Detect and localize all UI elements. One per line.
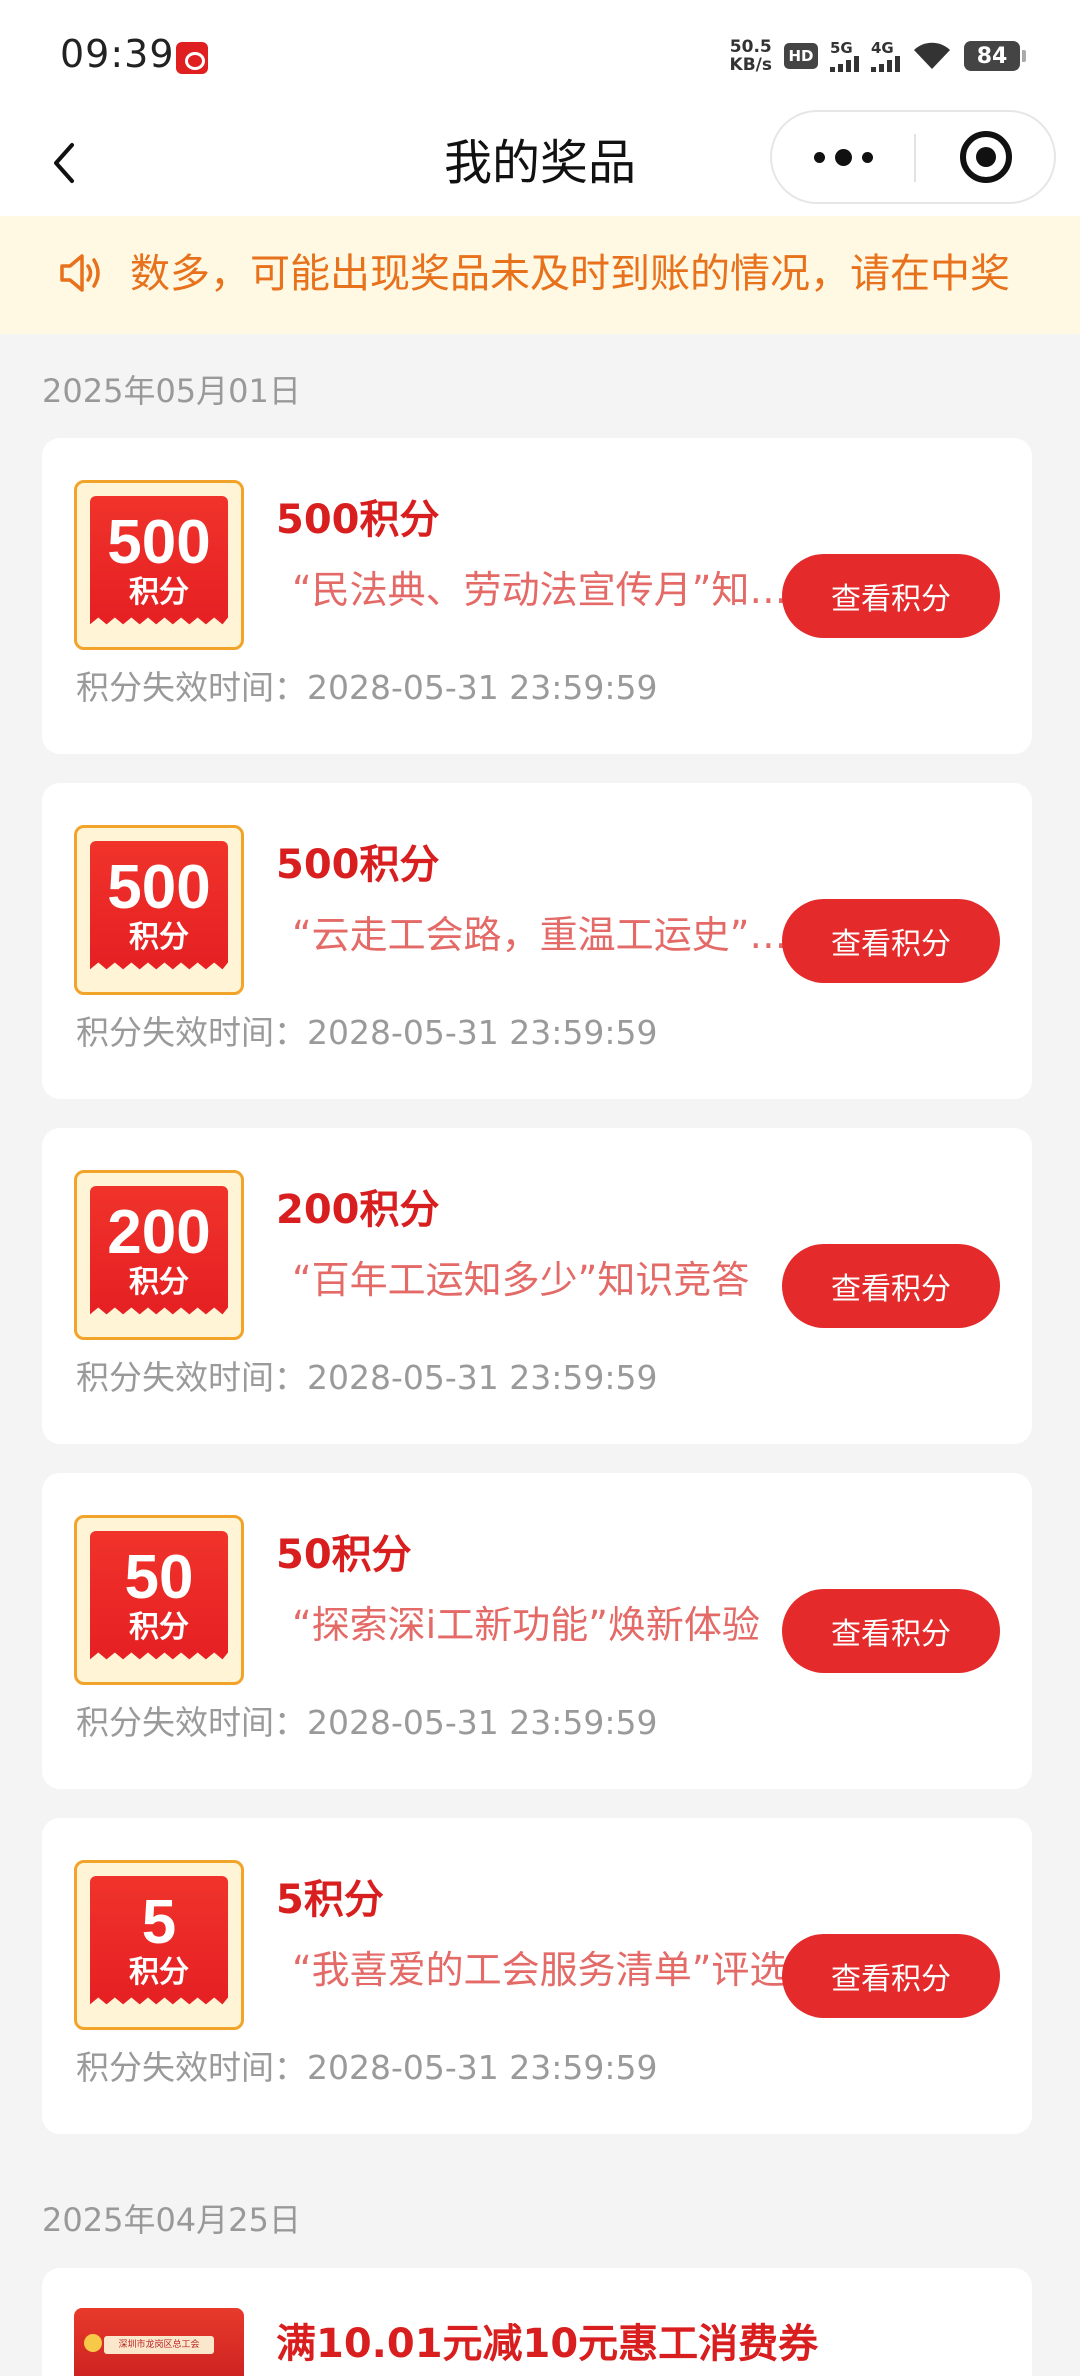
prize-card: 5 积分 5积分 “我喜爱的工会服务清单”评选 查看积分 积分失效时间：2028… xyxy=(42,1818,1032,2134)
prize-card: 500 积分 500积分 “民法典、劳动法宣传月”知识竞答 查看积分 积分失效时… xyxy=(42,438,1032,754)
points-badge: 200 积分 xyxy=(74,1170,244,1340)
badge-amount: 500 xyxy=(107,508,211,577)
coupon-thumb-text: 深圳市龙岗区总工会 xyxy=(104,2336,214,2354)
close-mini-program-button[interactable] xyxy=(916,112,1056,202)
expire-label: 积分失效时间： xyxy=(76,1358,307,1397)
battery-icon: 84 xyxy=(964,41,1026,71)
expire-time: 2028-05-31 23:59:59 xyxy=(307,668,658,707)
app-notification-icon xyxy=(176,42,208,74)
union-emblem-icon xyxy=(84,2334,102,2352)
prize-card: 200 积分 200积分 “百年工运知多少”知识竞答 查看积分 积分失效时间：2… xyxy=(42,1128,1032,1444)
more-icon-right xyxy=(861,151,873,163)
expire-info: 积分失效时间：2028-05-31 23:59:59 xyxy=(76,1356,657,1400)
badge-unit: 积分 xyxy=(129,575,189,610)
expire-time: 2028-05-31 23:59:59 xyxy=(307,1358,658,1397)
expire-label: 积分失效时间： xyxy=(76,2048,307,2087)
status-time: 09:39 xyxy=(60,32,175,76)
more-button[interactable] xyxy=(772,112,914,202)
prize-source: “探索深i工新功能”焕新体验 xyxy=(292,1603,760,1647)
network-speed: 50.5 KB/s xyxy=(730,38,772,74)
speaker-icon xyxy=(60,254,100,292)
notice-bar[interactable]: 数多，可能出现奖品未及时到账的情况，请在中奖 xyxy=(0,216,1080,334)
badge-unit: 积分 xyxy=(129,920,189,955)
expire-info: 积分失效时间：2028-05-31 23:59:59 xyxy=(76,666,657,710)
expire-time: 2028-05-31 23:59:59 xyxy=(307,1013,658,1052)
badge-amount: 200 xyxy=(107,1198,211,1267)
signal-5g-icon: 5G xyxy=(830,40,859,72)
more-icon-center xyxy=(834,148,852,166)
prize-title: 500积分 xyxy=(276,497,440,543)
expire-label: 积分失效时间： xyxy=(76,1013,307,1052)
nav-bar: 我的奖品 xyxy=(0,110,1080,216)
expire-time: 2028-05-31 23:59:59 xyxy=(307,2048,658,2087)
coupon-thumbnail: 深圳市龙岗区总工会 xyxy=(74,2308,244,2376)
points-badge: 500 积分 xyxy=(74,480,244,650)
mini-program-capsule xyxy=(770,110,1056,204)
status-bar: 09:39 50.5 KB/s HD 5G 4G 84 xyxy=(0,0,1080,110)
badge-unit: 积分 xyxy=(129,1955,189,1990)
notice-marquee: 数多，可能出现奖品未及时到账的情况，请在中奖 xyxy=(130,216,1035,334)
signal-4g-icon: 4G xyxy=(871,40,900,72)
badge-unit: 积分 xyxy=(129,1265,189,1300)
view-points-button[interactable]: 查看积分 xyxy=(782,1934,1000,2018)
expire-info: 积分失效时间：2028-05-31 23:59:59 xyxy=(76,1701,657,1745)
network-speed-unit: KB/s xyxy=(729,55,772,75)
prize-title: 500积分 xyxy=(276,842,440,888)
badge-amount: 50 xyxy=(124,1543,194,1612)
network-speed-value: 50.5 xyxy=(729,37,772,57)
expire-label: 积分失效时间： xyxy=(76,1703,307,1742)
view-points-button[interactable]: 查看积分 xyxy=(782,1244,1000,1328)
prize-title: 200积分 xyxy=(276,1187,440,1233)
expire-info: 积分失效时间：2028-05-31 23:59:59 xyxy=(76,1011,657,1055)
prize-card: 500 积分 500积分 “云走工会路，重温工运史”活动 查看积分 积分失效时间… xyxy=(42,783,1032,1099)
status-indicators: 50.5 KB/s HD 5G 4G 84 xyxy=(730,34,1026,78)
prize-source: “云走工会路，重温工运史”活动 xyxy=(292,913,792,957)
date-header: 2025年04月25日 xyxy=(42,2201,301,2239)
signal-5g-label: 5G xyxy=(830,39,853,57)
view-points-button[interactable]: 查看积分 xyxy=(782,899,1000,983)
points-badge: 500 积分 xyxy=(74,825,244,995)
prize-title: 5积分 xyxy=(276,1877,384,1923)
coupon-card[interactable]: 深圳市龙岗区总工会 满10.01元减10元惠工消费券 xyxy=(42,2268,1032,2376)
hd-icon: HD xyxy=(784,43,818,69)
view-points-button[interactable]: 查看积分 xyxy=(782,1589,1000,1673)
expire-label: 积分失效时间： xyxy=(76,668,307,707)
points-badge: 5 积分 xyxy=(74,1860,244,2030)
more-icon xyxy=(813,151,825,163)
prize-card: 50 积分 50积分 “探索深i工新功能”焕新体验 查看积分 积分失效时间：20… xyxy=(42,1473,1032,1789)
points-badge: 50 积分 xyxy=(74,1515,244,1685)
target-close-icon xyxy=(960,131,1012,183)
coupon-title: 满10.01元减10元惠工消费券 xyxy=(276,2321,819,2367)
prize-source: “我喜爱的工会服务清单”评选 xyxy=(292,1948,788,1992)
badge-unit: 积分 xyxy=(129,1610,189,1645)
prize-source: “民法典、劳动法宣传月”知识竞答 xyxy=(292,568,792,612)
badge-amount: 500 xyxy=(107,853,211,922)
signal-4g-label: 4G xyxy=(871,39,894,57)
expire-time: 2028-05-31 23:59:59 xyxy=(307,1703,658,1742)
view-points-button[interactable]: 查看积分 xyxy=(782,554,1000,638)
prize-source: “百年工运知多少”知识竞答 xyxy=(292,1258,750,1302)
date-header: 2025年05月01日 xyxy=(42,372,301,410)
notice-text: 数多，可能出现奖品未及时到账的情况，请在中奖 xyxy=(130,251,1010,297)
expire-info: 积分失效时间：2028-05-31 23:59:59 xyxy=(76,2046,657,2090)
badge-amount: 5 xyxy=(141,1888,177,1957)
wifi-icon xyxy=(912,41,952,71)
prize-title: 50积分 xyxy=(276,1532,412,1578)
